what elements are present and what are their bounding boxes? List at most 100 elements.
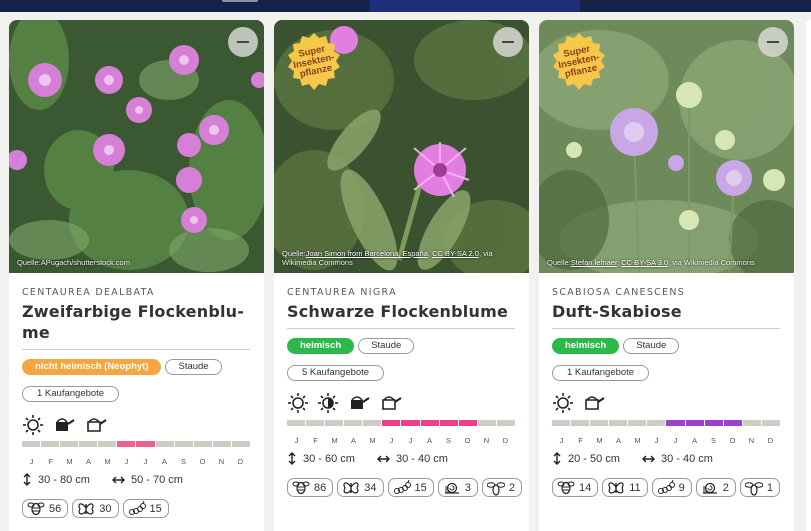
bee-count-badge[interactable]: 56 [22,499,69,518]
butterfly-count-badge[interactable]: 34 [337,478,384,497]
tag-row: nicht heimisch (Neophyt) Staude [22,359,222,375]
plant-width: 30 - 40 cm [395,452,448,465]
size-row: 30 - 80 cm 50 - 70 cm [22,473,205,486]
bloom-calendar: JFMAMJJASOND [287,420,515,445]
bloom-month-bar [60,441,79,447]
month-letter: N [218,457,225,466]
bloom-month-bar [231,441,250,447]
hoverfly-count-badge[interactable]: 2 [481,478,522,497]
latin-name: CENTAUREA DEALBATA [22,287,155,298]
native-status-tag[interactable]: heimisch [287,338,355,354]
butterfly-count-badge[interactable]: 11 [602,478,648,497]
caterpillar-count-badge[interactable]: 15 [387,478,434,497]
hoverfly-count-badge[interactable]: 1 [739,478,781,497]
bloom-month-bar [306,420,325,426]
plant-name[interactable]: Zweifarbige Flockenblu-me [22,301,252,343]
bloom-month-bar [685,420,704,426]
plant-type-tag[interactable]: Staude [358,338,415,354]
remove-button[interactable] [493,27,523,57]
bloom-month-bar [325,420,344,426]
bloom-month-bar [439,420,458,426]
month-letter: J [143,457,148,466]
divider [287,328,515,329]
requirement-icons [22,414,108,436]
plant-photo[interactable]: Quelle:APugach/shutterstock.com [9,20,264,273]
plant-card[interactable]: Super Insekten-pflanze Quelle:Stefan.lef… [539,20,794,531]
nav-scroll-indicator[interactable] [222,0,258,2]
plant-card[interactable]: Super Insekten-pflanze Quelle:Joan Simon… [274,20,529,531]
credit-license-link[interactable]: CC BY-SA 3.0 [621,258,668,267]
month-letters: JFMAMJJASOND [22,457,250,466]
requirement-icons [552,392,606,414]
caterpillar-count-badge[interactable]: 9 [651,478,692,497]
credit-author-link[interactable]: Joan Simon from Barcelona, España [306,249,428,258]
native-status-tag[interactable]: nicht heimisch (Neophyt) [22,359,162,375]
minus-icon [767,41,779,43]
photo-credit: Quelle:Joan Simon from Barcelona, España… [282,249,493,267]
size-row: 30 - 60 cm 30 - 40 cm [287,452,470,465]
bloom-month-bar [136,441,155,447]
plant-name[interactable]: Schwarze Flockenblume [287,301,517,322]
bloom-month-bar [761,420,780,426]
bloom-month-bar [420,420,439,426]
month-letter: J [408,436,413,445]
watering-can-empty-icon [585,396,605,410]
purchase-offers-button[interactable]: 1 Kaufangebote [552,365,650,381]
next-card-edge[interactable] [806,20,811,531]
month-letter: F [313,436,318,445]
snail-icon [702,482,717,494]
butterfly-icon [608,482,624,494]
bee-icon [557,481,575,495]
plant-name[interactable]: Duft-Skabiose [552,301,782,322]
insect-stats: 14 11 9 2 1 [552,478,781,497]
credit-license-link[interactable]: CC BY-SA 2.0 [432,249,479,258]
plant-height: 20 - 50 cm [568,452,620,465]
bee-count-badge[interactable]: 14 [552,478,599,497]
bloom-month-bar [41,441,60,447]
bloom-month-bar [117,441,136,447]
snail-count-badge[interactable]: 3 [437,478,478,497]
purchase-offers-button[interactable]: 5 Kaufangebote [287,365,385,381]
native-status-tag[interactable]: heimisch [552,338,620,354]
caterpillar-count-badge[interactable]: 15 [122,499,169,518]
insect-count: 11 [629,481,641,494]
butterfly-count-badge[interactable]: 30 [72,499,119,518]
month-letter: J [654,436,659,445]
plant-type-tag[interactable]: Staude [165,359,222,375]
insect-count: 14 [579,481,592,494]
month-letter: O [464,436,471,445]
plant-photo[interactable]: Super Insekten-pflanze Quelle:Joan Simon… [274,20,529,273]
month-letter: J [673,436,678,445]
insect-stats: 56 30 15 [22,499,169,518]
bloom-month-bar [628,420,647,426]
plant-type-tag[interactable]: Staude [623,338,680,354]
month-letter: A [350,436,356,445]
insect-count: 1 [766,481,774,494]
divider [22,349,250,350]
plant-width: 30 - 40 cm [660,452,713,465]
bloom-month-bar [287,420,306,426]
credit-author-link[interactable]: Stefan.lefnaer [571,258,617,267]
remove-button[interactable] [758,27,788,57]
month-letter: F [48,457,53,466]
bloom-bars [552,420,780,426]
plant-card[interactable]: Quelle:APugach/shutterstock.com CENTAURE… [9,20,264,531]
remove-button[interactable] [228,27,258,57]
month-letter: N [483,436,490,445]
sun-icon [23,415,43,435]
bloom-month-bar [79,441,98,447]
insect-count: 2 [508,481,515,494]
snail-count-badge[interactable]: 2 [695,478,736,497]
bloom-month-bar [590,420,609,426]
month-letter: M [634,436,641,445]
month-letter: A [426,436,432,445]
purchase-offers-button[interactable]: 1 Kaufangebote [22,386,120,402]
bloom-month-bar [363,420,382,426]
hoverfly-icon [744,482,763,496]
plant-photo[interactable]: Super Insekten-pflanze Quelle:Stefan.lef… [539,20,794,273]
latin-name: SCABIOSA CANESCENS [552,287,686,298]
bloom-month-bar [212,441,231,447]
month-letters: JFMAMJJASOND [552,436,780,445]
bee-count-badge[interactable]: 86 [287,478,334,497]
month-letter: J [294,436,299,445]
